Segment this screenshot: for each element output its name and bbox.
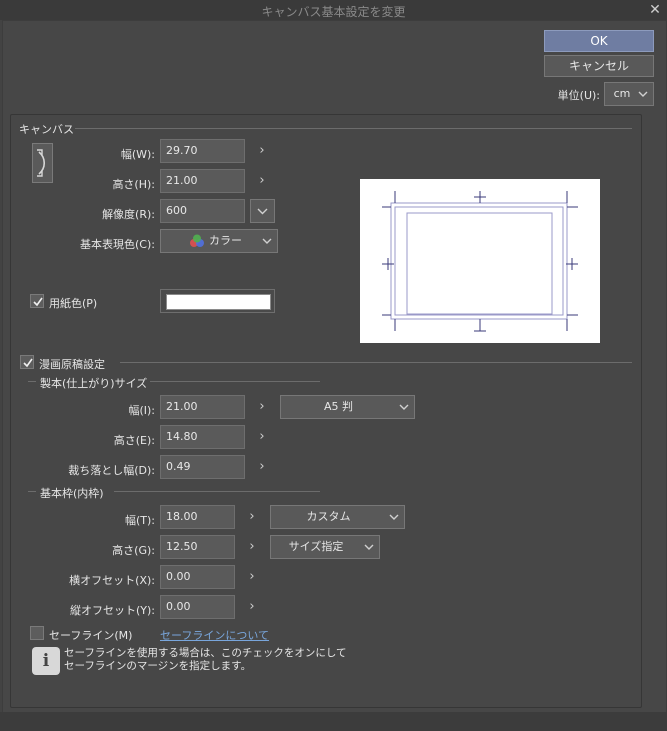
chevron-right-icon[interactable]: › xyxy=(256,173,268,188)
paper-color-button[interactable] xyxy=(160,289,275,313)
bottom-strip xyxy=(0,712,667,731)
frame-height-label: 高さ(G): xyxy=(112,544,155,557)
paper-color-label: 用紙色(P) xyxy=(49,297,98,310)
canvas-section-title: キャンバス xyxy=(19,123,74,136)
trim-section-divider xyxy=(150,381,320,382)
resolution-input[interactable]: 600 xyxy=(160,199,245,223)
vertical-offset-label: 縦オフセット(Y): xyxy=(69,604,155,617)
frame-preset-value: カスタム xyxy=(306,510,351,523)
chevron-down-icon xyxy=(388,506,400,536)
canvas-preview xyxy=(360,179,600,343)
frame-height-input[interactable]: 12.50 xyxy=(160,535,235,559)
chevron-down-icon xyxy=(257,208,268,215)
horizontal-offset-label: 横オフセット(X): xyxy=(69,574,155,587)
safe-line-checkbox[interactable] xyxy=(30,626,44,640)
color-mode-label: 基本表現色(C): xyxy=(80,238,155,251)
trim-preset-value: A5 判 xyxy=(323,400,354,413)
checkmark-icon xyxy=(33,297,43,307)
bleed-input[interactable]: 0.49 xyxy=(160,455,245,479)
trim-height-input[interactable]: 14.80 xyxy=(160,425,245,449)
color-mode-select[interactable]: カラー xyxy=(160,229,278,253)
window-title: キャンバス基本設定を変更 xyxy=(261,5,406,19)
chevron-right-icon[interactable]: › xyxy=(246,569,258,584)
vertical-offset-input[interactable]: 0.00 xyxy=(160,595,235,619)
safe-line-label: セーフライン(M) xyxy=(49,629,133,642)
trim-width-input[interactable]: 21.00 xyxy=(160,395,245,419)
unit-value: cm xyxy=(613,87,631,100)
rotate-orientation-icon[interactable] xyxy=(32,143,53,183)
safe-line-help-link[interactable]: セーフラインについて xyxy=(160,627,269,643)
trim-section-title: 製本(仕上がり)サイズ xyxy=(40,377,148,390)
chevron-right-icon[interactable]: › xyxy=(246,599,258,614)
trim-section-divider-left xyxy=(28,381,36,382)
paper-color-checkbox[interactable] xyxy=(30,294,44,308)
unit-select[interactable]: cm xyxy=(604,82,654,106)
horizontal-offset-input[interactable]: 0.00 xyxy=(160,565,235,589)
frame-width-input[interactable]: 18.00 xyxy=(160,505,235,529)
safe-line-info-line2: セーフラインのマージンを指定します。 xyxy=(64,660,252,672)
bleed-label: 裁ち落とし幅(D): xyxy=(68,464,155,477)
chevron-right-icon[interactable]: › xyxy=(246,509,258,524)
chevron-right-icon[interactable]: › xyxy=(256,429,268,444)
manga-settings-checkbox[interactable] xyxy=(20,355,34,369)
resolution-dropdown-button[interactable] xyxy=(250,199,275,223)
info-icon: i xyxy=(32,647,60,675)
chevron-down-icon xyxy=(398,396,410,426)
color-mode-value: カラー xyxy=(209,234,242,247)
close-icon[interactable]: ✕ xyxy=(646,1,664,19)
resolution-label: 解像度(R): xyxy=(102,208,155,221)
checkmark-icon xyxy=(23,358,33,368)
trim-preset-select[interactable]: A5 判 xyxy=(280,395,415,419)
ok-button[interactable]: OK xyxy=(544,30,654,52)
unit-label: 単位(U): xyxy=(557,89,600,102)
frame-width-label: 幅(T): xyxy=(124,514,155,527)
paper-color-swatch xyxy=(166,294,271,310)
frame-size-mode-select[interactable]: サイズ指定 xyxy=(270,535,380,559)
chevron-down-icon xyxy=(637,83,649,113)
trim-width-label: 幅(I): xyxy=(128,404,155,417)
canvas-width-input[interactable]: 29.70 xyxy=(160,139,245,163)
frame-size-mode-value: サイズ指定 xyxy=(288,540,344,553)
chevron-right-icon[interactable]: › xyxy=(256,459,268,474)
canvas-height-input[interactable]: 21.00 xyxy=(160,169,245,193)
cancel-button[interactable]: キャンセル xyxy=(544,55,654,77)
chevron-right-icon[interactable]: › xyxy=(256,399,268,414)
frame-section-title: 基本枠(内枠) xyxy=(40,487,104,500)
chevron-right-icon[interactable]: › xyxy=(256,143,268,158)
manga-section-divider xyxy=(120,362,632,363)
canvas-section-divider xyxy=(75,128,632,129)
manga-settings-label: 漫画原稿設定 xyxy=(39,358,105,371)
canvas-height-label: 高さ(H): xyxy=(112,178,155,191)
canvas-preview-diagram xyxy=(382,191,578,332)
trim-height-label: 高さ(E): xyxy=(113,434,155,447)
chevron-down-icon xyxy=(363,536,375,566)
frame-section-divider xyxy=(114,491,320,492)
chevron-down-icon xyxy=(261,230,273,260)
chevron-right-icon[interactable]: › xyxy=(246,539,258,554)
frame-section-divider-left xyxy=(28,491,36,492)
canvas-width-label: 幅(W): xyxy=(120,148,155,161)
frame-preset-select[interactable]: カスタム xyxy=(270,505,405,529)
color-circles-icon xyxy=(189,234,205,256)
